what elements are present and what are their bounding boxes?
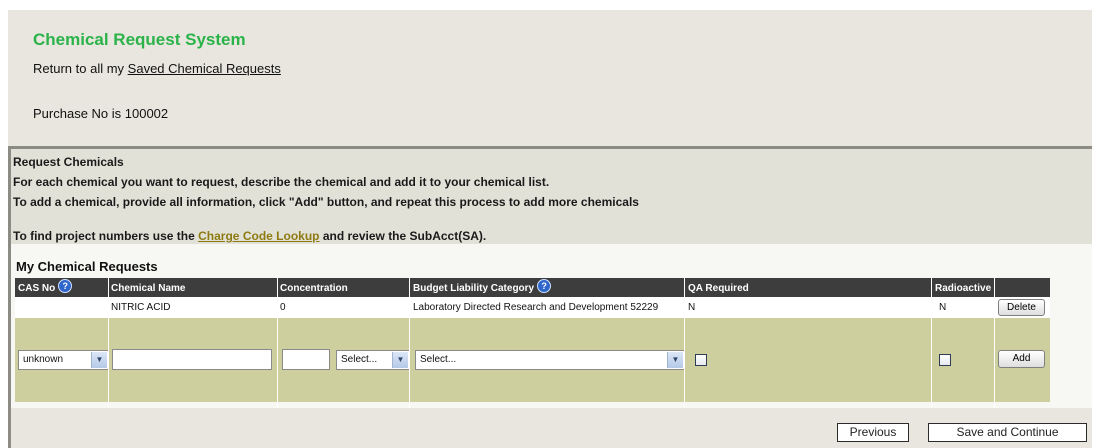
app-title: Chemical Request System (33, 30, 246, 49)
col-radioactive: Radioactive (935, 283, 992, 294)
cas-select[interactable]: unknown ▼ (18, 350, 109, 370)
previous-button[interactable]: Previous (837, 423, 909, 442)
col-concentration: Concentration (280, 283, 348, 294)
delete-button[interactable]: Delete (998, 299, 1045, 316)
instructions-title: Request Chemicals (13, 155, 124, 169)
my-chemical-requests: My Chemical Requests CAS No? Chemical Na… (11, 244, 1092, 433)
row-qa-required: N (688, 302, 696, 313)
chevron-down-icon: ▼ (91, 352, 107, 368)
row-radioactive: N (939, 302, 947, 313)
add-button[interactable]: Add (998, 350, 1045, 368)
concentration-input[interactable] (282, 349, 330, 370)
saved-requests-link[interactable]: Saved Chemical Requests (128, 61, 281, 76)
instructions-line-3: To find project numbers use the Charge C… (13, 229, 486, 243)
instructions-line-1: For each chemical you want to request, d… (13, 175, 550, 189)
unit-select-value: Select... (341, 354, 378, 365)
chemical-name-input[interactable] (112, 349, 272, 370)
footer: Previous Save and Continue (11, 408, 1092, 448)
requests-heading: My Chemical Requests (16, 259, 158, 274)
instructions-line-3-prefix: To find project numbers use the (13, 229, 195, 243)
col-cas-no: CAS No? (18, 278, 73, 297)
col-chemical-name: Chemical Name (111, 283, 186, 294)
col-cas-no-label: CAS No (18, 283, 56, 294)
table-row: NITRIC ACID 0 Laboratory Directed Resear… (15, 297, 1050, 318)
budget-select-value: Select... (420, 354, 457, 365)
unit-select[interactable]: Select... ▼ (336, 350, 410, 370)
budget-select[interactable]: Select... ▼ (415, 350, 685, 370)
cas-help-icon[interactable]: ? (58, 279, 73, 294)
charge-code-lookup-link[interactable]: Charge Code Lookup (198, 229, 319, 243)
purchase-number: Purchase No is 100002 (33, 106, 169, 121)
col-budget-label: Budget Liability Category (413, 283, 535, 294)
table-header: CAS No? Chemical Name Concentration Budg… (15, 278, 1050, 297)
cas-select-value: unknown (23, 354, 64, 365)
chevron-down-icon: ▼ (392, 352, 408, 368)
row-concentration: 0 (280, 302, 286, 313)
row-chemical-name: NITRIC ACID (111, 302, 171, 313)
col-qa-required: QA Required (688, 283, 749, 294)
return-prefix: Return to all my (33, 61, 125, 76)
instructions-line-3-suffix: and review the SubAcct(SA). (322, 229, 487, 243)
return-line: Return to all my Saved Chemical Requests (33, 61, 281, 76)
header: Chemical Request System Return to all my… (8, 10, 1092, 146)
qa-required-checkbox[interactable] (695, 354, 707, 366)
entry-row: unknown ▼ Select... ▼ Select... ▼ Add (15, 318, 1050, 402)
chevron-down-icon: ▼ (667, 352, 683, 368)
budget-help-icon[interactable]: ? (537, 279, 552, 294)
radioactive-checkbox[interactable] (939, 354, 951, 366)
page: Chemical Request System Return to all my… (8, 10, 1092, 448)
instructions-panel: Request Chemicals For each chemical you … (8, 149, 1092, 244)
instructions-line-2: To add a chemical, provide all informati… (13, 195, 639, 209)
row-budget: Laboratory Directed Research and Develop… (413, 302, 659, 313)
col-budget: Budget Liability Category? (413, 278, 552, 297)
save-and-continue-button[interactable]: Save and Continue (928, 423, 1087, 442)
